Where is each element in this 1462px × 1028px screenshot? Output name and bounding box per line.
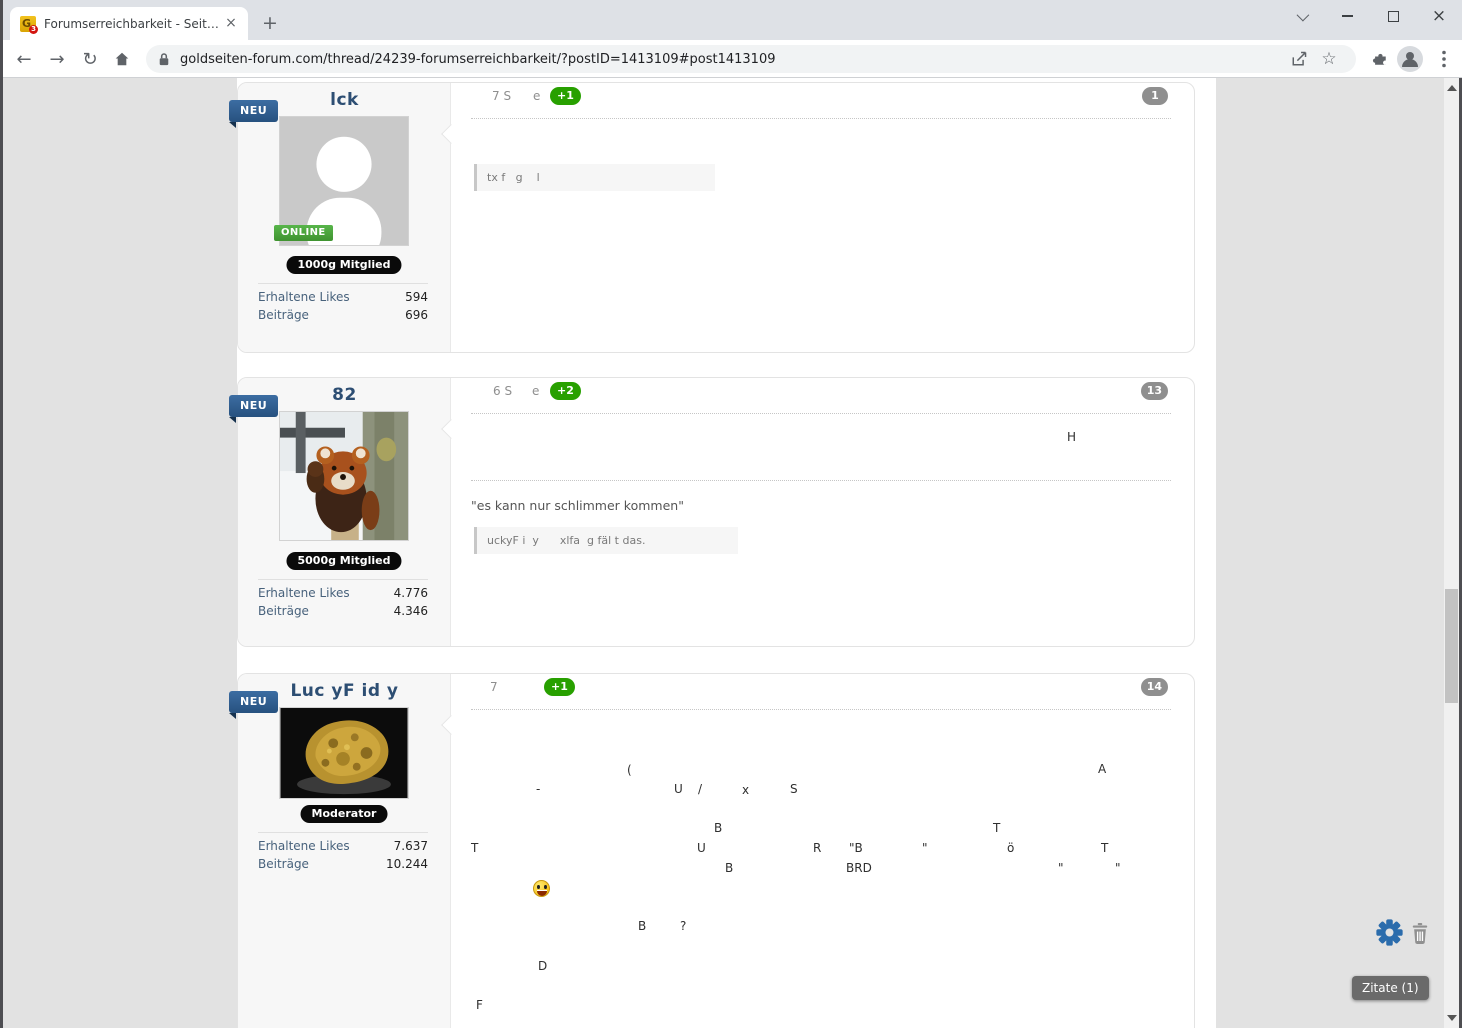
text-fragment: " xyxy=(1058,861,1064,875)
content-divider xyxy=(471,480,1171,481)
reload-icon[interactable]: ↻ xyxy=(74,40,106,78)
back-icon[interactable]: ← xyxy=(8,40,40,78)
text-fragment: " xyxy=(922,841,928,855)
text-fragment: "B xyxy=(849,841,863,855)
url-text[interactable]: goldseiten-forum.com/thread/24239-forums… xyxy=(180,52,1284,67)
online-badge: ONLINE xyxy=(274,225,333,241)
text-fragment: BRD xyxy=(846,861,872,875)
quotes-button[interactable]: Zitate (1) xyxy=(1352,976,1429,1000)
text-fragment: T xyxy=(1101,841,1109,855)
divider xyxy=(258,579,428,580)
posts-stat: Beiträge 4.346 xyxy=(258,604,428,618)
new-badge: NEU xyxy=(229,395,279,423)
text-fragment: T xyxy=(993,821,1001,835)
text-fragment: S xyxy=(790,782,798,796)
text-fragment: R xyxy=(813,841,822,855)
favicon-badge: 3 xyxy=(29,24,38,34)
likes-stat: Erhaltene Likes 4.776 xyxy=(258,586,428,600)
scatter-layer: (A - U / x S B T T U R "B " ö T B BRD " " B? D F xyxy=(238,674,1194,1028)
tab-close-icon[interactable]: × xyxy=(222,15,240,33)
tab-title: Forumserreichbarkeit - Seite 11 - xyxy=(44,16,222,31)
text-fragment: ö xyxy=(1007,841,1015,855)
home-icon[interactable] xyxy=(106,40,138,78)
like-note-box: uckyF i y xlfa g fäl t das. xyxy=(474,527,738,554)
post-2-user-sidebar: 82 5000g Mitglied Erhaltene Likes 4.776 … xyxy=(238,378,451,646)
text-fragment: ? xyxy=(680,919,687,933)
post-timestamp: 6 S xyxy=(493,384,513,398)
header-divider xyxy=(471,413,1171,414)
browser-toolbar: ← → ↻ goldseiten-forum.com/thread/24239-… xyxy=(0,40,1462,78)
goldseiten-favicon-icon: G 3 xyxy=(20,15,38,34)
text-fragment: U xyxy=(697,841,706,855)
post-card-3: Luc yF id y Moderator Erhaltene Likes 7.6… xyxy=(229,673,1195,1028)
window-maximize-button[interactable] xyxy=(1372,0,1414,32)
bookmark-star-icon[interactable]: ☆ xyxy=(1314,45,1344,73)
rank-badge: 5000g Mitglied xyxy=(286,552,402,570)
browser-menu-icon[interactable] xyxy=(1428,40,1460,78)
like-counter-badge[interactable]: +2 xyxy=(550,382,581,400)
header-divider xyxy=(471,118,1171,119)
url-bar[interactable]: goldseiten-forum.com/thread/24239-forums… xyxy=(146,45,1356,73)
text-fragment: " xyxy=(1115,861,1121,875)
extensions-puzzle-icon[interactable] xyxy=(1364,40,1396,78)
post-timestamp-2: e xyxy=(533,89,541,103)
settings-gear-icon[interactable] xyxy=(1375,918,1404,947)
forward-icon[interactable]: → xyxy=(41,40,73,78)
post-1-user-sidebar: lck ONLINE 1000g Mitglied Erhaltene Like… xyxy=(238,83,451,352)
window-minimize-button[interactable] xyxy=(1326,0,1368,32)
posts-stat: Beiträge 696 xyxy=(258,308,428,322)
post-card-1: lck ONLINE 1000g Mitglied Erhaltene Like… xyxy=(229,82,1195,353)
post-number-link[interactable]: 13 xyxy=(1140,382,1168,400)
tab-search-chevron-icon[interactable] xyxy=(1280,0,1322,32)
post-card-2: 82 5000g Mitglied Erhaltene Likes 4.776 … xyxy=(229,377,1195,647)
browser-titlebar: G 3 Forumserreichbarkeit - Seite 11 - × … xyxy=(0,0,1462,40)
scroll-up-icon[interactable] xyxy=(1447,85,1457,91)
share-icon[interactable] xyxy=(1284,45,1314,73)
post-timestamp-2: e xyxy=(532,384,540,398)
profile-avatar-icon[interactable] xyxy=(1394,40,1426,78)
browser-tab[interactable]: G 3 Forumserreichbarkeit - Seite 11 - × xyxy=(10,7,248,40)
text-fragment: - xyxy=(536,782,541,796)
scroll-down-icon[interactable] xyxy=(1447,1015,1457,1021)
post-number-link[interactable]: 1 xyxy=(1142,87,1168,105)
text-fragment: B xyxy=(714,821,723,835)
scrollbar-thumb[interactable] xyxy=(1445,589,1458,703)
new-badge: NEU xyxy=(229,100,279,128)
text-fragment: U xyxy=(674,782,683,796)
likes-stat: Erhaltene Likes 594 xyxy=(258,290,428,304)
window-edge-left xyxy=(0,0,3,1028)
divider xyxy=(258,283,428,284)
text-fragment: B xyxy=(725,861,734,875)
grin-smiley-icon xyxy=(533,880,550,897)
text-fragment: B xyxy=(638,919,647,933)
window-close-button[interactable]: × xyxy=(1418,0,1460,32)
page-scrollbar[interactable] xyxy=(1444,78,1459,1028)
signature-text: "es kann nur schlimmer kommen" xyxy=(471,498,684,513)
text-fragment: x xyxy=(742,783,750,797)
text-fragment: / xyxy=(698,782,703,796)
new-tab-button[interactable]: + xyxy=(258,12,282,36)
rank-badge: 1000g Mitglied xyxy=(286,256,402,274)
post-timestamp: 7 S xyxy=(492,89,512,103)
lock-icon[interactable] xyxy=(158,52,170,67)
signature-box: tx f g l xyxy=(474,164,715,191)
like-counter-badge[interactable]: +1 xyxy=(550,87,581,105)
trash-icon[interactable] xyxy=(1411,923,1429,944)
text-fragment: D xyxy=(538,959,548,973)
text-fragment: A xyxy=(1098,762,1107,776)
new-badge: NEU xyxy=(229,691,279,719)
avatar-red-panda[interactable] xyxy=(279,411,409,541)
text-fragment: T xyxy=(471,841,479,855)
text-fragment: ( xyxy=(627,763,632,777)
text-fragment: F xyxy=(476,998,483,1012)
text-fragment: H xyxy=(1067,430,1077,444)
forum-page: lck ONLINE 1000g Mitglied Erhaltene Like… xyxy=(0,78,1462,1028)
